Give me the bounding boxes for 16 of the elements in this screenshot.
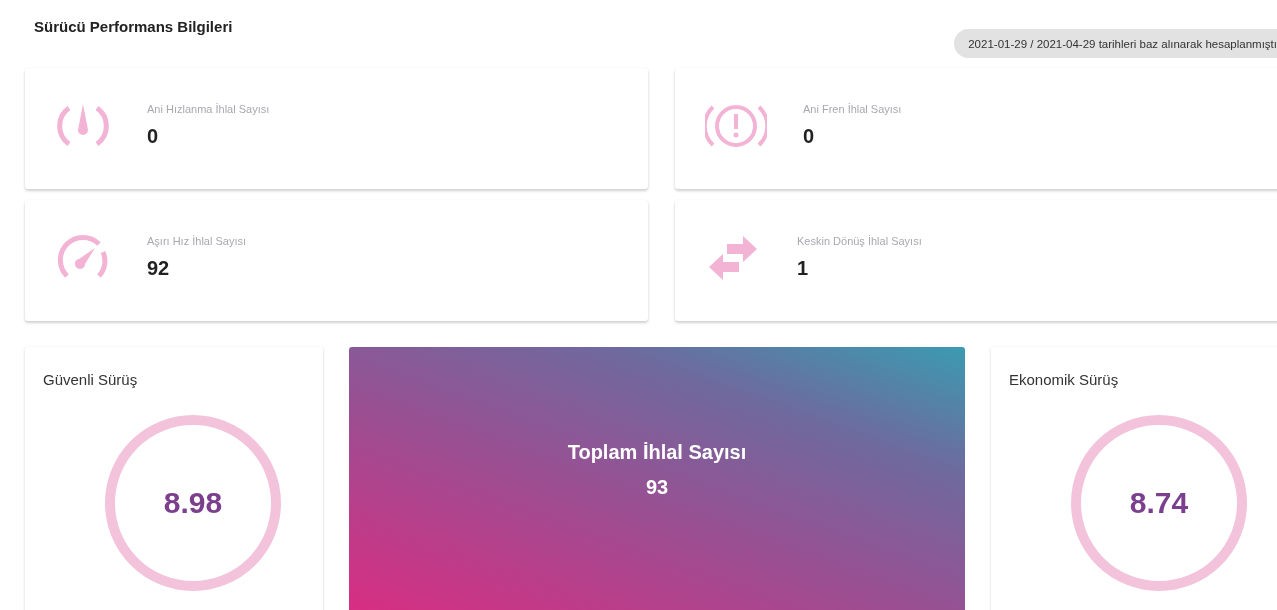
violation-label: Ani Hızlanma İhlal Sayısı [147, 103, 270, 115]
violation-label: Keskin Dönüş İhlal Sayısı [797, 235, 922, 247]
score-value: 8.98 [163, 486, 223, 520]
violation-count: 1 [797, 257, 810, 280]
date-range-chip: 2021-01-29 / 2021-04-29 tarihleri baz alınarak hesaplanmıştı [954, 29, 1277, 58]
score-value: 8.74 [1129, 486, 1189, 520]
violation-count: 0 [803, 125, 816, 148]
score-label: Ekonomik Sürüş [1009, 371, 1120, 388]
violation-count: 0 [147, 125, 160, 148]
section-title: Sürücü Performans Bilgileri [34, 18, 233, 35]
violation-label: Ani Fren İhlal Sayısı [803, 103, 902, 115]
total-label: Toplam İhlal Sayısı [567, 441, 747, 464]
violation-count: 92 [147, 257, 171, 280]
violation-label: Aşırı Hız İhlal Sayısı [147, 235, 247, 247]
score-label: Güvenli Sürüş [43, 371, 139, 388]
total-count: 93 [645, 476, 669, 499]
